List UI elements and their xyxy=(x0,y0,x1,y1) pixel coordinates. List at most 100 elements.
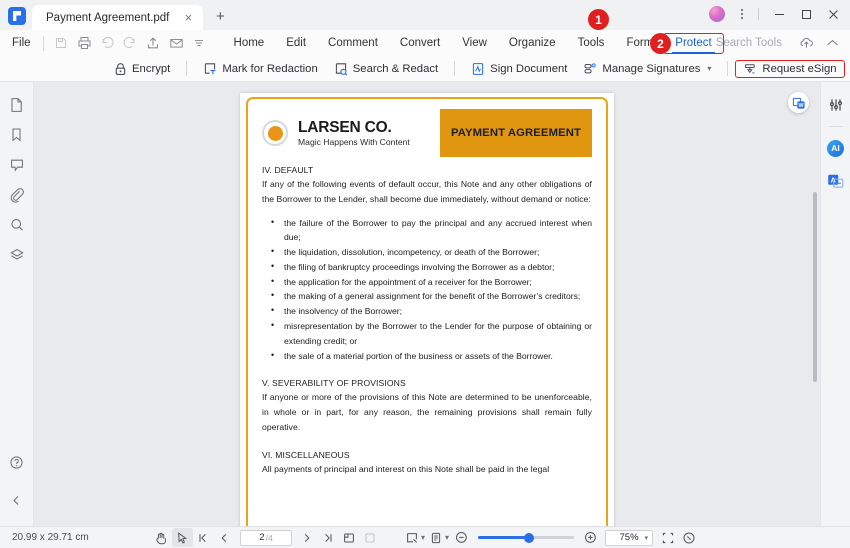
tab-home[interactable]: Home xyxy=(223,34,276,53)
sign-document-button[interactable]: Sign Document xyxy=(463,60,575,78)
first-page-button[interactable] xyxy=(193,528,214,547)
section-heading: IV. DEFAULT xyxy=(262,165,314,175)
menu-bar: File Home Edit Comment Convert View Orga… xyxy=(0,30,850,56)
divider xyxy=(758,8,759,20)
new-tab-button[interactable]: + xyxy=(209,5,231,27)
divider xyxy=(42,35,44,51)
convert-to-word-button[interactable]: W xyxy=(788,92,809,113)
fit-page-button[interactable] xyxy=(339,528,360,547)
panel-bookmarks-icon[interactable] xyxy=(4,123,30,147)
tab-comment[interactable]: Comment xyxy=(317,34,389,53)
chevron-down-icon: ▾ xyxy=(445,533,450,542)
page-number-input[interactable]: 2 /4 xyxy=(239,529,292,546)
zoom-in-button[interactable] xyxy=(580,528,601,547)
collapse-panel-icon[interactable] xyxy=(4,488,30,512)
mark-for-redaction-label: Mark for Redaction xyxy=(222,62,318,75)
tab-convert[interactable]: Convert xyxy=(389,34,451,53)
document-tab[interactable]: Payment Agreement.pdf × xyxy=(32,5,204,30)
cloud-upload-icon[interactable] xyxy=(794,32,818,54)
pdf-page-content: LARSEN CO. Magic Happens With Content PA… xyxy=(246,97,608,526)
request-esign-button[interactable]: Request eSign xyxy=(735,59,845,78)
avatar[interactable] xyxy=(709,6,725,22)
ai-assistant-button[interactable]: AI xyxy=(824,136,848,160)
chevron-down-icon: ▾ xyxy=(420,533,425,542)
panel-attachments-icon[interactable] xyxy=(4,183,30,207)
collapse-ribbon-icon[interactable] xyxy=(820,32,844,54)
share-icon[interactable] xyxy=(142,32,165,54)
panel-layers-icon[interactable] xyxy=(4,243,30,267)
divider xyxy=(454,61,456,76)
presentation-mode-button[interactable] xyxy=(678,528,699,547)
select-tool[interactable] xyxy=(171,528,193,547)
company-name: LARSEN CO. xyxy=(298,118,392,136)
close-tab-icon[interactable]: × xyxy=(181,11,195,25)
redo-icon[interactable] xyxy=(119,32,142,54)
tab-protect[interactable]: Protect xyxy=(663,32,724,54)
company-brand: LARSEN CO. Magic Happens With Content xyxy=(298,119,410,147)
search-and-redact-button[interactable]: Search & Redact xyxy=(326,60,446,78)
zoom-out-button[interactable] xyxy=(451,528,472,547)
menu-right-controls: Search Tools xyxy=(716,30,844,56)
panel-thumbnails-icon[interactable] xyxy=(4,93,30,117)
tab-view[interactable]: View xyxy=(451,34,498,53)
properties-button[interactable] xyxy=(824,93,848,117)
list-item: the making of a general assignment for t… xyxy=(262,288,592,304)
panel-comments-icon[interactable] xyxy=(4,153,30,177)
close-button[interactable] xyxy=(820,2,846,26)
slider-fill xyxy=(478,536,528,539)
slider-knob[interactable] xyxy=(524,532,535,543)
document-header: LARSEN CO. Magic Happens With Content PA… xyxy=(262,109,592,157)
undo-icon[interactable] xyxy=(96,32,119,54)
hand-tool[interactable] xyxy=(151,528,172,547)
maximize-button[interactable] xyxy=(793,2,819,26)
zoom-slider[interactable] xyxy=(478,530,575,546)
section-heading: VI. MISCELLANEOUS xyxy=(262,449,350,460)
divider xyxy=(186,61,188,76)
tab-organize[interactable]: Organize xyxy=(498,34,567,53)
pdf-page: LARSEN CO. Magic Happens With Content PA… xyxy=(240,93,614,526)
divider xyxy=(727,61,729,76)
vertical-scrollbar[interactable] xyxy=(813,192,817,382)
page-layout-dropdown[interactable]: ▾ xyxy=(403,531,427,545)
file-menu[interactable]: File xyxy=(0,37,41,49)
search-tools-input[interactable]: Search Tools xyxy=(716,37,782,49)
save-icon[interactable] xyxy=(50,32,73,54)
panel-search-icon[interactable] xyxy=(4,213,30,237)
single-page-button[interactable] xyxy=(360,528,381,547)
email-icon[interactable] xyxy=(165,32,188,54)
manage-signatures-button[interactable]: Manage Signatures ▾ xyxy=(575,60,719,78)
section-heading: V. SEVERABILITY OF PROVISIONS xyxy=(262,378,406,389)
help-icon[interactable] xyxy=(4,450,30,474)
next-page-button[interactable] xyxy=(297,528,318,547)
section-paragraph: If any of the following events of defaul… xyxy=(262,179,592,204)
search-and-redact-label: Search & Redact xyxy=(352,62,439,75)
last-page-button[interactable] xyxy=(318,528,339,547)
redaction-mark-icon xyxy=(203,62,217,76)
section-paragraph: If anyone or more of the provisions of t… xyxy=(262,392,592,432)
chevron-down-icon: ▾ xyxy=(644,534,649,542)
divider xyxy=(828,126,843,127)
quick-access-dropdown-icon[interactable] xyxy=(188,32,211,54)
zoom-level-dropdown[interactable]: 75% ▾ xyxy=(605,529,654,546)
sign-document-icon xyxy=(471,62,485,76)
mark-for-redaction-button[interactable]: Mark for Redaction xyxy=(195,60,325,78)
tab-edit[interactable]: Edit xyxy=(275,34,317,53)
manage-signatures-label: Manage Signatures xyxy=(602,62,701,75)
fit-width-button[interactable] xyxy=(657,528,678,547)
minimize-button[interactable] xyxy=(766,2,792,26)
tab-tools[interactable]: Tools xyxy=(567,34,616,53)
more-options-icon[interactable] xyxy=(733,3,751,25)
previous-page-button[interactable] xyxy=(214,528,235,547)
encrypt-button[interactable]: Encrypt xyxy=(105,60,178,78)
ai-icon: AI xyxy=(827,139,844,157)
list-item: the application for the appointment of a… xyxy=(262,274,592,290)
document-canvas[interactable]: LARSEN CO. Magic Happens With Content PA… xyxy=(34,82,820,526)
callout-badge-2: 2 xyxy=(650,33,671,54)
list-item: the sale of a material portion of the bu… xyxy=(262,348,592,364)
callout-badge-1: 1 xyxy=(588,9,609,30)
print-icon[interactable] xyxy=(73,32,96,54)
app-logo-icon xyxy=(8,7,26,25)
translate-button[interactable]: A xyxy=(824,169,848,193)
workspace: LARSEN CO. Magic Happens With Content PA… xyxy=(0,82,850,526)
scroll-mode-dropdown[interactable]: ▾ xyxy=(427,531,451,545)
